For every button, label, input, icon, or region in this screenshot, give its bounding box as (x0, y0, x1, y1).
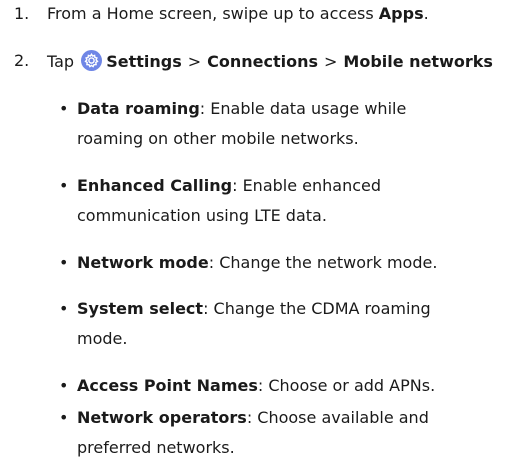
path-separator: > (324, 52, 338, 71)
bullet-marker: • (59, 376, 69, 395)
bullet-marker: • (59, 408, 69, 427)
step-text: From a Home screen, swipe up to access A… (47, 3, 429, 25)
bullet-marker: • (59, 99, 69, 118)
path-separator: > (187, 52, 202, 71)
bullet-marker: • (59, 176, 69, 195)
bullet-desc-line1: : Change the CDMA roaming (203, 299, 431, 318)
bullet-term: Data roaming (77, 99, 200, 118)
path-connections: Connections (207, 52, 319, 71)
step-text-prefix: From a Home screen, swipe up to access (47, 4, 379, 23)
bullet-desc-line2: preferred networks. (77, 438, 235, 457)
bullet-desc-line1: : Choose available and (246, 408, 429, 427)
bullet-body: System select: Change the CDMA roaming m… (77, 294, 517, 354)
step-number: 2. (14, 51, 30, 70)
bullet-desc-line1: : Enable enhanced (232, 176, 382, 195)
bullet-body: Access Point Names: Choose or add APNs. (77, 371, 517, 401)
step-text: Tap Settings > Connections > Mobile networks (47, 50, 493, 73)
bullet-desc-line2: roaming on other mobile networks. (77, 129, 359, 148)
bullet-term: Network mode (77, 253, 209, 272)
apps-label: Apps (378, 4, 424, 23)
bullet-body: Data roaming: Enable data usage while ro… (77, 94, 517, 154)
bullet-desc-line1: : Enable data usage while (199, 99, 407, 118)
bullet-desc-line1: : Change the network mode. (208, 253, 438, 272)
bullet-term: Access Point Names (77, 376, 258, 395)
settings-gear-icon (81, 50, 103, 71)
bullet-term: Enhanced Calling (77, 176, 233, 195)
bullet-desc-line1: : Choose or add APNs. (257, 376, 436, 395)
bullet-body: Network operators: Choose available and … (77, 403, 517, 463)
step-text-suffix: . (423, 4, 429, 23)
bullet-marker: • (59, 299, 69, 318)
step-number: 1. (14, 4, 30, 23)
bullet-body: Network mode: Change the network mode. (77, 248, 517, 278)
path-mobile-networks: Mobile networks (343, 52, 493, 71)
path-settings: Settings (106, 52, 182, 71)
bullet-desc-line2: communication using LTE data. (77, 206, 327, 225)
bullet-body: Enhanced Calling: Enable enhanced commun… (77, 171, 517, 231)
bullet-term: Network operators (77, 408, 247, 427)
bullet-marker: • (59, 253, 69, 272)
bullet-desc-line2: mode. (77, 329, 128, 348)
bullet-term: System select (77, 299, 204, 318)
step-tap-label: Tap (47, 52, 75, 71)
